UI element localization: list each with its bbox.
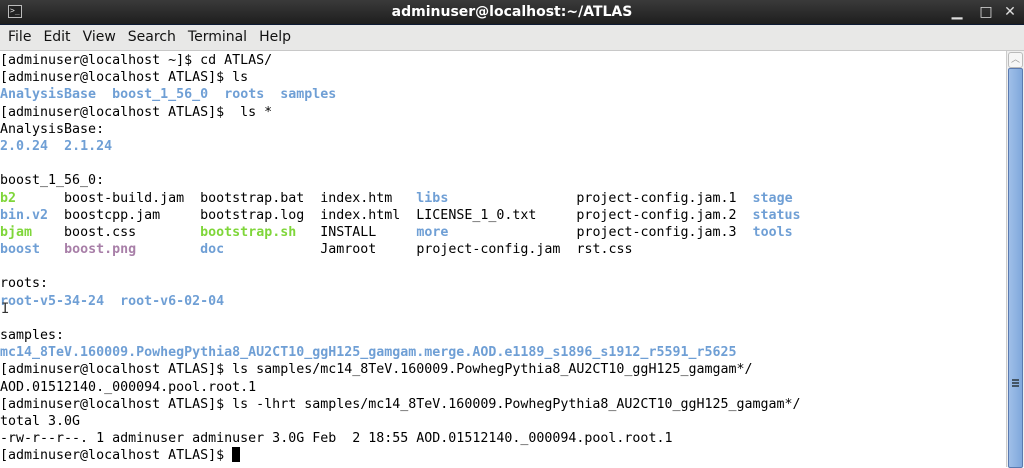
title-bar: >_ adminuser@localhost:~/ATLAS ▁ □ ✕ — [0, 0, 1024, 25]
menu-file[interactable]: File — [2, 25, 37, 50]
terminal-text: roots: — [0, 276, 49, 292]
terminal-line: bin.v2 boostcpp.jam bootstrap.log index.… — [0, 207, 1006, 224]
menu-edit[interactable]: Edit — [37, 25, 76, 50]
executable-name: bjam — [0, 224, 33, 240]
directory-name: 2.1.24 — [64, 138, 113, 154]
directory-name: root-v6-02-04 — [120, 293, 225, 309]
terminal-line: -rw-r--r--. 1 adminuser adminuser 3.0G F… — [0, 430, 1006, 447]
directory-name: libs — [416, 190, 449, 206]
terminal-text: boost_1_56_0: — [0, 173, 105, 189]
directory-name: samples — [280, 87, 337, 103]
terminal-line: AnalysisBase: — [0, 121, 1006, 138]
terminal-line: 2.0.24 2.1.24 — [0, 138, 1006, 155]
terminal-text: project-config.jam.3 — [448, 224, 753, 240]
directory-name: boost — [0, 242, 41, 258]
terminal-text: AOD.01512140._000094.pool.root.1 — [0, 379, 257, 395]
menu-search[interactable]: Search — [122, 25, 182, 50]
terminal-text: Jamroot project-config.jam rst.css — [224, 242, 633, 258]
directory-name: root-v5-34-24 — [0, 293, 105, 309]
terminal-line: AnalysisBase boost_1_56_0 roots samples — [0, 86, 1006, 103]
directory-name: boost_1_56_0 — [112, 87, 209, 103]
terminal-line: [adminuser@localhost ~]$ cd ATLAS/ — [0, 52, 1006, 69]
directory-name: doc — [200, 242, 225, 258]
directory-name: roots — [224, 87, 265, 103]
grip-icon — [1012, 379, 1019, 387]
terminal-line: root-v5-34-24 root-v6-02-04 — [0, 293, 1006, 310]
directory-name: tools — [752, 224, 793, 240]
terminal-line: [adminuser@localhost ATLAS]$ ls -lhrt sa… — [0, 396, 1006, 413]
terminal-text: INSTALL — [296, 224, 417, 240]
terminal-text: [adminuser@localhost ATLAS]$ ls * — [0, 104, 273, 120]
scrollbar-thumb[interactable] — [1008, 68, 1023, 468]
terminal-line: boost_1_56_0: — [0, 172, 1006, 189]
terminal-text: boost.css — [32, 224, 201, 240]
terminal-text: boost-build.jam bootstrap.bat index.htm — [16, 190, 417, 206]
window-title: adminuser@localhost:~/ATLAS — [391, 4, 633, 20]
close-button[interactable]: ✕ — [1002, 4, 1018, 20]
terminal-text: [adminuser@localhost ATLAS]$ ls samples/… — [0, 362, 753, 378]
minimize-button[interactable]: ▁ — [949, 4, 965, 20]
text-cursor-icon: I — [1, 301, 10, 317]
terminal-line: samples: — [0, 327, 1006, 344]
maximize-button[interactable]: □ — [978, 4, 994, 20]
terminal-line: AOD.01512140._000094.pool.root.1 — [0, 379, 1006, 396]
menu-help[interactable]: Help — [253, 25, 297, 50]
terminal-line: mc14_8TeV.160009.PowhegPythia8_AU2CT10_g… — [0, 344, 1006, 361]
menu-bar: File Edit View Search Terminal Help — [0, 25, 1024, 51]
terminal-line: [adminuser@localhost ATLAS]$ ls samples/… — [0, 361, 1006, 378]
terminal-output[interactable]: [adminuser@localhost ~]$ cd ATLAS/ [admin… — [0, 52, 1006, 467]
scrollbar[interactable]: ︿ — [1006, 51, 1024, 468]
directory-name: status — [752, 207, 801, 223]
terminal-line: [adminuser@localhost ATLAS]$ ls * — [0, 104, 1006, 121]
directory-name: more — [416, 224, 449, 240]
terminal-text: samples: — [0, 328, 65, 343]
terminal-line: total 3.0G — [0, 413, 1006, 430]
terminal-line: boost boost.png doc Jamroot project-conf… — [0, 241, 1006, 258]
directory-name: bin.v2 — [0, 207, 49, 223]
block-cursor — [232, 447, 241, 463]
scroll-up-button[interactable]: ︿ — [1008, 52, 1023, 68]
terminal-text: [adminuser@localhost ATLAS]$ ls — [0, 70, 249, 86]
terminal-line: bjam boost.css bootstrap.sh INSTALL more… — [0, 224, 1006, 241]
menu-view[interactable]: View — [77, 25, 122, 50]
executable-name: bootstrap.sh — [200, 224, 297, 240]
menu-terminal[interactable]: Terminal — [182, 25, 253, 50]
terminal-text: [adminuser@localhost ATLAS]$ — [0, 448, 233, 464]
image-file-name: boost.png — [64, 242, 137, 258]
terminal-line: [adminuser@localhost ATLAS]$ ls — [0, 69, 1006, 86]
terminal-text: [adminuser@localhost ~]$ cd ATLAS/ — [0, 53, 273, 68]
terminal-text: boostcpp.jam bootstrap.log index.html LI… — [48, 207, 753, 223]
directory-name: 2.0.24 — [0, 138, 49, 154]
executable-name: b2 — [0, 190, 17, 206]
directory-name: stage — [752, 190, 793, 206]
terminal-line: roots: — [0, 275, 1006, 292]
directory-name: mc14_8TeV.160009.PowhegPythia8_AU2CT10_g… — [0, 345, 737, 361]
terminal-text: -rw-r--r--. 1 adminuser adminuser 3.0G F… — [0, 431, 673, 447]
terminal-line: b2 boost-build.jam bootstrap.bat index.h… — [0, 190, 1006, 207]
terminal-line: [adminuser@localhost ATLAS]$ — [0, 447, 1006, 464]
terminal-text: [adminuser@localhost ATLAS]$ ls -lhrt sa… — [0, 396, 801, 412]
terminal-text: total 3.0G — [0, 413, 81, 429]
terminal-text: project-config.jam.1 — [448, 190, 753, 206]
terminal-text: AnalysisBase: — [0, 121, 105, 137]
directory-name: AnalysisBase — [0, 87, 97, 103]
